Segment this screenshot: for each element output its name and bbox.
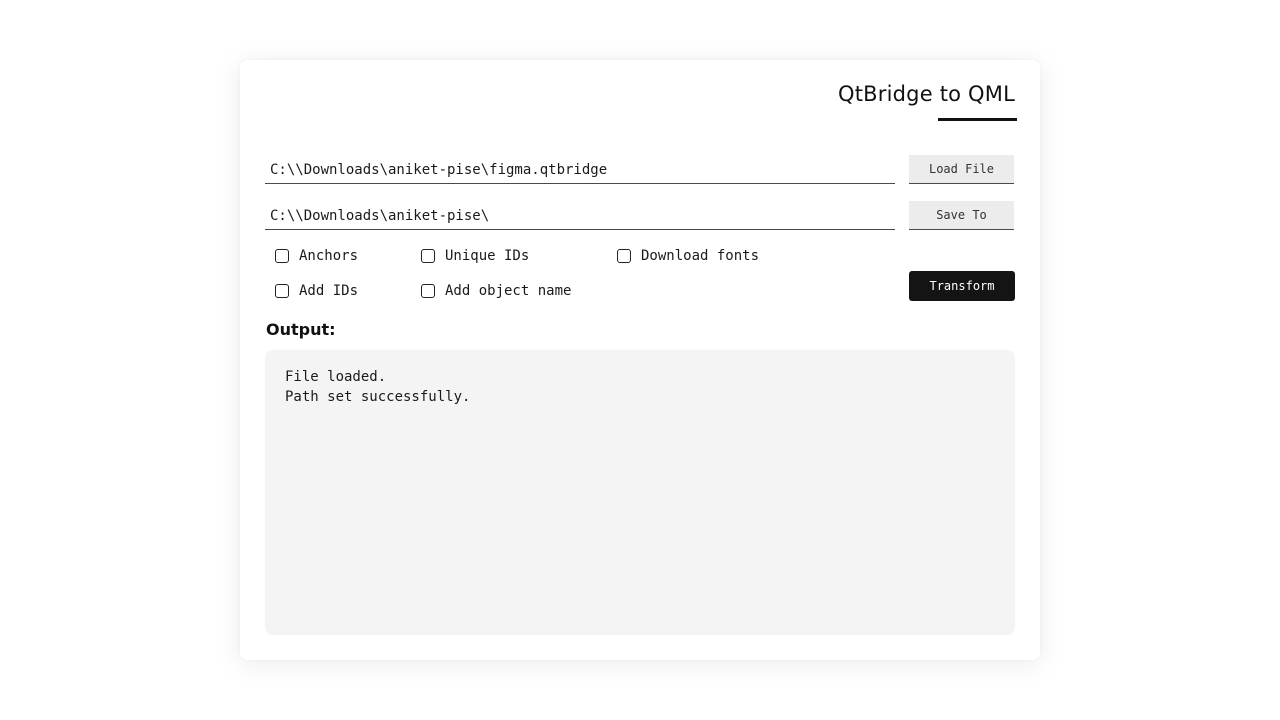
save-to-button[interactable]: Save To — [909, 201, 1014, 230]
add-object-name-option[interactable]: Add object name — [421, 283, 571, 299]
add-ids-label: Add IDs — [299, 283, 359, 299]
add-ids-checkbox[interactable] — [275, 284, 289, 298]
anchors-option[interactable]: Anchors — [275, 248, 358, 264]
load-path-input[interactable] — [265, 156, 895, 184]
transform-button[interactable]: Transform — [909, 271, 1015, 301]
load-file-button[interactable]: Load File — [909, 155, 1014, 184]
output-line: File loaded. — [285, 369, 387, 385]
anchors-label: Anchors — [299, 248, 359, 264]
app-title: QtBridge to QML — [838, 82, 1015, 106]
download-fonts-option[interactable]: Download fonts — [617, 248, 759, 264]
unique-ids-label: Unique IDs — [445, 248, 530, 264]
output-heading: Output: — [266, 320, 336, 339]
add-object-name-checkbox[interactable] — [421, 284, 435, 298]
download-fonts-label: Download fonts — [641, 248, 760, 264]
output-line: Path set successfully. — [285, 389, 471, 405]
unique-ids-option[interactable]: Unique IDs — [421, 248, 529, 264]
output-log: File loaded. Path set successfully. — [265, 350, 1015, 635]
add-object-name-label: Add object name — [445, 283, 572, 299]
title-underline — [938, 118, 1017, 121]
unique-ids-checkbox[interactable] — [421, 249, 435, 263]
add-ids-option[interactable]: Add IDs — [275, 283, 358, 299]
download-fonts-checkbox[interactable] — [617, 249, 631, 263]
converter-panel: QtBridge to QML Load File Save To Anchor… — [240, 60, 1040, 660]
save-path-input[interactable] — [265, 202, 895, 230]
anchors-checkbox[interactable] — [275, 249, 289, 263]
